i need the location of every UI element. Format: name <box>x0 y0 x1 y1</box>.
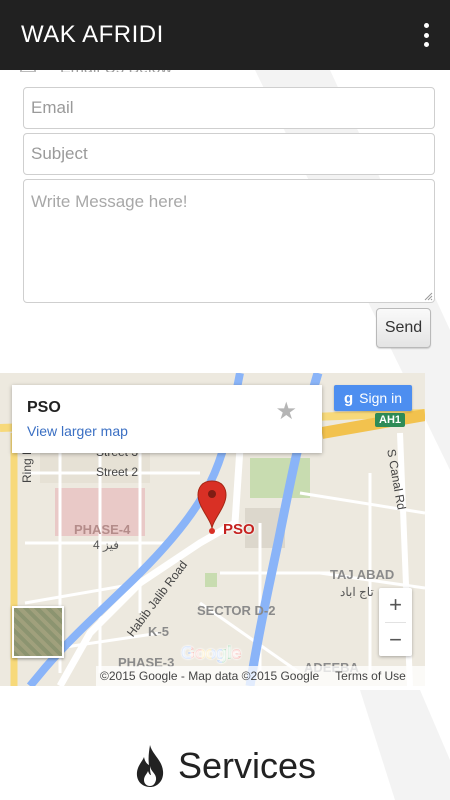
send-button[interactable]: Send <box>376 308 431 348</box>
email-input[interactable] <box>23 87 435 129</box>
services-heading: Services <box>0 738 450 793</box>
fire-icon <box>136 744 164 787</box>
services-title: Services <box>177 744 317 786</box>
zoom-out-button[interactable]: − <box>379 623 412 656</box>
zoom-control: + − <box>379 588 412 656</box>
app-title: WAK AFRIDI <box>21 21 164 48</box>
attribution-text: ©2015 Google - Map data ©2015 Google <box>100 669 320 683</box>
map-label-phase-4: PHASE-4 <box>74 522 131 537</box>
map-label-ah1: AH1 <box>375 413 406 427</box>
view-larger-map-link[interactable]: View larger map <box>27 423 128 439</box>
star-icon[interactable]: ★ <box>275 397 297 426</box>
map-view[interactable]: Ring Road Street 2 Street 3 PHASE-4 4 فی… <box>0 373 425 686</box>
map-label-sector-d2: SECTOR D-2 <box>197 603 276 618</box>
place-name: PSO <box>27 399 61 416</box>
subject-input[interactable] <box>23 133 435 175</box>
sign-in-button[interactable]: g Sign in <box>334 385 412 411</box>
satellite-toggle[interactable] <box>12 606 64 658</box>
message-textarea[interactable] <box>23 179 435 303</box>
terms-of-use-link[interactable]: Terms of Use <box>335 669 406 683</box>
app-bar: WAK AFRIDI <box>0 0 450 70</box>
map-attribution: ©2015 Google - Map data ©2015 Google Ter… <box>96 666 425 686</box>
place-card: PSO View larger map ★ <box>12 385 322 453</box>
google-g-icon: g <box>344 389 354 407</box>
pin-label: PSO <box>223 521 255 538</box>
map-label-phase-4-urdu: 4 فیز <box>93 538 119 552</box>
resize-grip-icon[interactable] <box>424 292 433 301</box>
map-label-k5: K-5 <box>148 624 169 639</box>
map-label-taj-abad-urdu: تاج اباد <box>340 585 374 599</box>
sign-in-label: Sign in <box>359 390 402 406</box>
map-label-street-2: Street 2 <box>96 465 139 479</box>
google-logo: Google <box>181 643 242 663</box>
more-vert-icon[interactable] <box>422 23 430 47</box>
zoom-in-button[interactable]: + <box>379 588 412 621</box>
map-label-taj-abad: TAJ ABAD <box>330 567 395 582</box>
